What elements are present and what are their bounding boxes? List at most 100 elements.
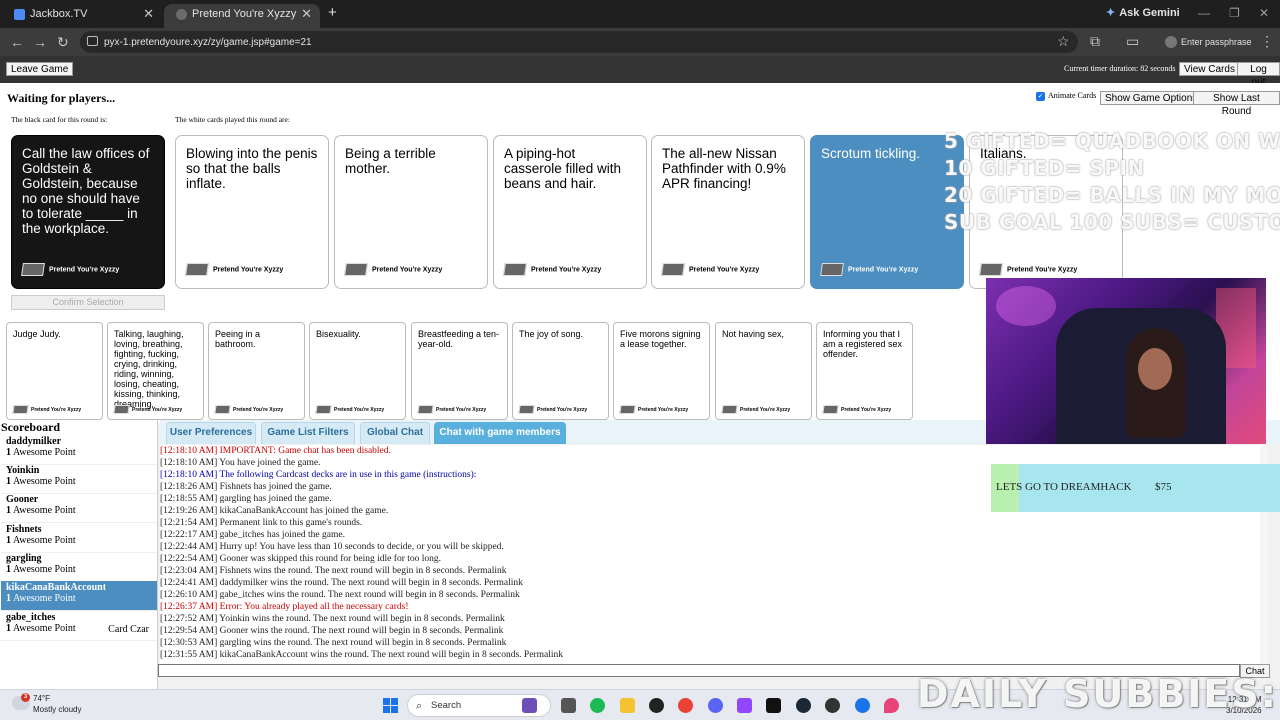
black-card-text: Call the law offices of Goldstein & Gold…	[22, 146, 150, 236]
site-info-icon[interactable]	[87, 36, 98, 46]
cast-icon[interactable]: ▭	[1126, 33, 1139, 50]
maps-icon[interactable]	[884, 698, 899, 713]
timer-text: Current timer duration: 82 seconds	[1064, 64, 1176, 73]
hand-card[interactable]: Bisexuality. Pretend You're Xyzzy	[309, 322, 406, 420]
forward-icon[interactable]: →	[33, 34, 47, 50]
ask-gemini-button[interactable]: ✦ Ask Gemini	[1106, 6, 1180, 19]
copilot-icon[interactable]	[522, 698, 537, 713]
animate-cards-option[interactable]: ✓ Animate Cards	[1036, 91, 1096, 101]
spotify-icon[interactable]	[590, 698, 605, 713]
close-tab-icon[interactable]: ✕	[143, 4, 154, 24]
webcam-feed	[986, 278, 1266, 444]
animate-cards-label: Animate Cards	[1048, 91, 1097, 100]
start-button-icon[interactable]	[383, 698, 398, 713]
played-card[interactable]: The all-new Nissan Pathfinder with 0.9% …	[651, 135, 805, 289]
hand-card[interactable]: Not having sex, Pretend You're Xyzzy	[715, 322, 812, 420]
show-game-options-button[interactable]: Show Game Options	[1100, 91, 1203, 105]
overlay-line: SUB GOAL 100 SUBS= CUSTOMS	[944, 210, 1280, 234]
pyx-logo-icon	[820, 263, 844, 276]
app-icon[interactable]	[766, 698, 781, 713]
tab-global-chat[interactable]: Global Chat	[360, 422, 430, 444]
hand-card[interactable]: Peeing in a bathroom. Pretend You're Xyzz…	[208, 322, 305, 420]
app-icon[interactable]	[825, 698, 840, 713]
pyx-favicon-icon	[176, 9, 187, 20]
steam-icon[interactable]	[796, 698, 811, 713]
file-icon[interactable]	[561, 698, 576, 713]
scoreboard-row: Fishnets 1 Awesome Point	[1, 523, 157, 553]
card-watermark: Pretend You're Xyzzy	[822, 405, 891, 414]
twitch-icon[interactable]	[737, 698, 752, 713]
reload-icon[interactable]: ↻	[57, 34, 69, 51]
played-card-selected[interactable]: Scrotum tickling. Pretend You're Xyzzy	[810, 135, 964, 289]
tab-user-preferences[interactable]: User Preferences	[166, 422, 256, 444]
close-tab-icon[interactable]: ✕	[301, 4, 312, 24]
confirm-selection-button[interactable]: Confirm Selection	[11, 295, 165, 310]
hand-card[interactable]: Breastfeeding a ten-year-old. Pretend You…	[411, 322, 508, 420]
tab-game-list-filters[interactable]: Game List Filters	[261, 422, 355, 444]
search-label: Search	[431, 700, 462, 711]
pyx-logo-icon	[344, 263, 368, 276]
weather-condition[interactable]: Mostly cloudy	[33, 705, 81, 714]
daily-subbies-overlay: DAILY SUBBIES: 5	[917, 672, 1280, 716]
tab-pyx[interactable]: Pretend You're Xyzzy ✕	[164, 4, 320, 28]
log-out-button[interactable]: Log out	[1237, 62, 1280, 88]
pyx-logo-icon	[113, 405, 130, 414]
hand-card[interactable]: Talking, laughing, loving, breathing, fi…	[107, 322, 204, 420]
pyx-logo-icon	[503, 263, 527, 276]
url-text[interactable]: pyx-1.pretendyoure.xyz/zy/game.jsp#game=…	[104, 37, 312, 48]
minimize-icon[interactable]: —	[1198, 6, 1210, 20]
menu-icon[interactable]: ⋮	[1260, 33, 1274, 50]
played-card[interactable]: Blowing into the penis so that the balls…	[175, 135, 329, 289]
black-card-label: The black card for this round is:	[11, 115, 108, 124]
scoreboard-row: Yoinkin 1 Awesome Point	[1, 464, 157, 494]
pyx-logo-icon	[21, 263, 45, 276]
chat-line: [12:22:54 AM] Gooner was skipped this ro…	[160, 554, 442, 564]
card-watermark: Pretend You're Xyzzy	[344, 263, 442, 276]
view-cards-button[interactable]: View Cards	[1179, 62, 1240, 76]
new-tab-button[interactable]: +	[328, 4, 337, 21]
pyx-logo-icon	[661, 263, 685, 276]
chat-line: [12:29:54 AM] Gooner wins the round. The…	[160, 626, 504, 636]
card-watermark: Pretend You're Xyzzy	[518, 405, 587, 414]
card-watermark: Pretend You're Xyzzy	[214, 405, 283, 414]
hand-card[interactable]: Informing you that I am a registered sex…	[816, 322, 913, 420]
bookmark-star-icon[interactable]: ☆	[1057, 33, 1070, 50]
hand-card[interactable]: Five morons signing a lease together. Pre…	[613, 322, 710, 420]
chat-line: [12:30:53 AM] gargling wins the round. T…	[160, 638, 507, 648]
pyx-logo-icon	[185, 263, 209, 276]
discord-icon[interactable]	[708, 698, 723, 713]
pyx-logo-icon	[979, 263, 1003, 276]
tab-jackbox[interactable]: Jackbox.TV ✕	[2, 4, 162, 28]
hand-card[interactable]: The joy of song. Pretend You're Xyzzy	[512, 322, 609, 420]
maximize-icon[interactable]: ❐	[1229, 6, 1240, 20]
played-card[interactable]: A piping-hot casserole filled with beans…	[493, 135, 647, 289]
close-window-icon[interactable]: ✕	[1259, 6, 1269, 20]
tab-title: Jackbox.TV	[30, 8, 88, 20]
profile-passphrase-button[interactable]: Enter passphrase	[1163, 32, 1252, 52]
chat-line: [12:18:10 AM] IMPORTANT: Game chat has b…	[160, 446, 391, 456]
chrome-icon[interactable]	[678, 698, 693, 713]
card-watermark: Pretend You're Xyzzy	[113, 405, 182, 414]
avatar	[1165, 36, 1177, 48]
search-icon: ⌕	[416, 699, 423, 712]
animate-cards-checkbox[interactable]: ✓	[1036, 91, 1045, 101]
scoreboard-row: Gooner 1 Awesome Point	[1, 493, 157, 523]
pyx-logo-icon	[315, 405, 332, 414]
chat-line: [12:24:41 AM] daddymilker wins the round…	[160, 578, 523, 588]
played-card[interactable]: Being a terrible mother. Pretend You're …	[334, 135, 488, 289]
back-icon[interactable]: ←	[10, 34, 24, 50]
tab-chat-with-game-members[interactable]: Chat with game members	[434, 422, 566, 444]
scoreboard-row: gargling 1 Awesome Point	[1, 552, 157, 582]
show-last-round-button[interactable]: Show Last Round	[1193, 91, 1280, 117]
chat-line: [12:22:44 AM] Hurry up! You have less th…	[160, 542, 504, 552]
leave-game-button[interactable]: Leave Game	[6, 62, 74, 76]
weather-temp[interactable]: 74°F	[33, 694, 50, 703]
hand-card[interactable]: Judge Judy. Pretend You're Xyzzy	[6, 322, 103, 420]
app-icon[interactable]	[855, 698, 870, 713]
card-watermark: Pretend You're Xyzzy	[979, 263, 1077, 276]
folder-icon[interactable]	[620, 698, 635, 713]
extensions-icon[interactable]: ⧉	[1090, 33, 1100, 50]
chat-line: [12:27:52 AM] Yoinkin wins the round. Th…	[160, 614, 505, 624]
card-czar-label: Card Czar	[108, 624, 149, 635]
obs-icon[interactable]	[649, 698, 664, 713]
